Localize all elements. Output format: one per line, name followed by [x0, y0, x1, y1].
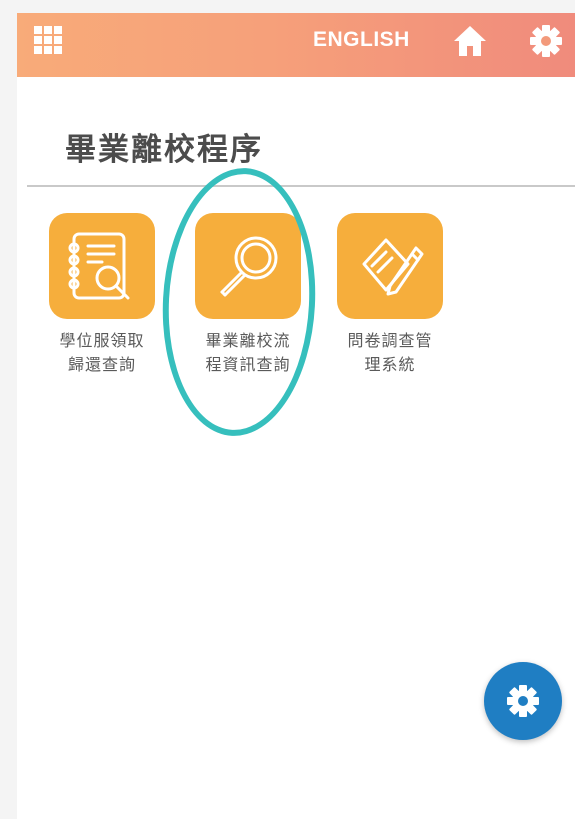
app-label: 學位服領取 歸還查詢 — [59, 331, 145, 374]
app-survey-management[interactable]: 問卷調查管 理系統 — [320, 213, 460, 377]
floating-settings-button[interactable] — [484, 662, 562, 740]
app-label: 問卷調查管 理系統 — [347, 331, 433, 374]
paper-pen-icon — [362, 238, 424, 296]
divider — [27, 185, 575, 187]
app-tile[interactable] — [337, 213, 443, 319]
app-graduation-process-query[interactable]: 畢業離校流 程資訊查詢 — [178, 213, 318, 377]
app-tile[interactable] — [195, 213, 301, 319]
magnifier-icon — [220, 236, 278, 297]
app-graduation-gown-query[interactable]: 學位服領取 歸還查詢 — [32, 213, 172, 377]
app-label: 畢業離校流 程資訊查詢 — [205, 331, 291, 374]
home-icon[interactable] — [452, 23, 488, 59]
app-tile[interactable] — [49, 213, 155, 319]
app-screen: ENGLISH 畢業離校程序 學位服領取 歸還查詢 畢業離校流 程資訊查詢 問卷… — [17, 13, 575, 819]
language-toggle-link[interactable]: ENGLISH — [313, 27, 410, 53]
gear-icon — [507, 685, 539, 717]
gear-icon[interactable] — [529, 24, 563, 58]
notebook-search-icon — [68, 232, 130, 300]
page-title: 畢業離校程序 — [65, 132, 263, 168]
apps-grid-icon[interactable] — [34, 26, 62, 54]
top-bar: ENGLISH — [17, 13, 575, 77]
